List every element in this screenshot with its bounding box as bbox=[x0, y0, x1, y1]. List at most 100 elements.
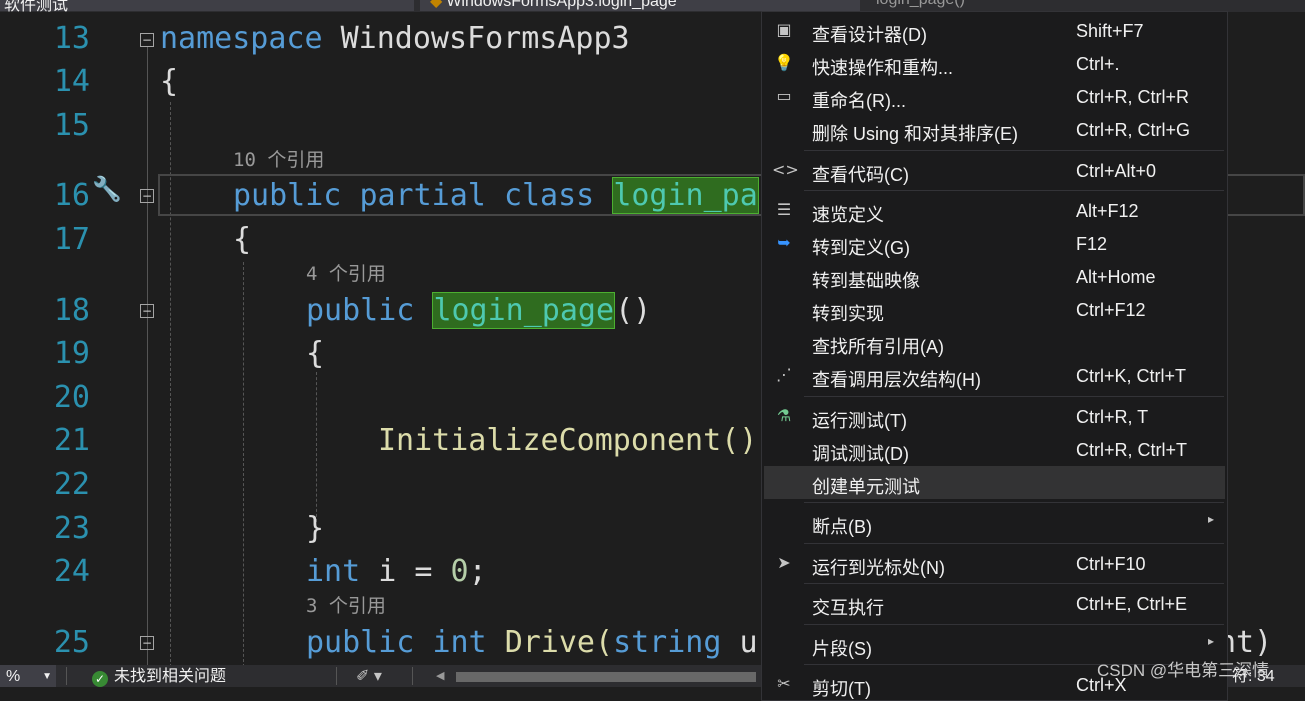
line-number: 13 bbox=[53, 21, 90, 56]
menu-separator bbox=[804, 190, 1224, 191]
zoom-dropdown[interactable]: % ▼ bbox=[0, 665, 56, 687]
menu-item-breakpoint[interactable]: 断点(B) ▸ bbox=[764, 506, 1225, 539]
class-icon: ◆ bbox=[430, 0, 443, 10]
scrollbar-thumb[interactable] bbox=[456, 672, 756, 682]
code-line-16: public partial class login_pa bbox=[233, 177, 759, 214]
menu-separator bbox=[804, 502, 1224, 503]
menu-item-go-to-base[interactable]: 转到基础映像 Alt+Home bbox=[764, 260, 1225, 293]
menu-item-shortcut: Ctrl+R, Ctrl+T bbox=[1076, 440, 1188, 460]
menu-item-go-to-definition[interactable]: ➥ 转到定义(G) F12 bbox=[764, 227, 1225, 260]
indent-guide bbox=[243, 262, 244, 665]
collapse-toggle[interactable]: − bbox=[140, 636, 154, 650]
collapse-toggle[interactable]: − bbox=[140, 189, 154, 203]
menu-item-view-code[interactable]: <> 查看代码(C) Ctrl+Alt+0 bbox=[764, 154, 1225, 187]
line-number: 14 bbox=[53, 64, 90, 99]
keyword-token: namespace bbox=[160, 21, 323, 56]
menu-item-call-hierarchy[interactable]: ⋰ 查看调用层次结构(H) Ctrl+K, Ctrl+T bbox=[764, 359, 1225, 392]
menu-item-rename[interactable]: ▭ 重命名(R)... Ctrl+R, Ctrl+R bbox=[764, 80, 1225, 113]
menu-item-label: 速览定义 bbox=[812, 205, 884, 225]
code-line-23: } bbox=[306, 511, 325, 546]
menu-separator bbox=[804, 583, 1224, 584]
tab-label: login_page() bbox=[876, 0, 965, 8]
scroll-left-icon[interactable]: ◀ bbox=[436, 669, 444, 682]
menu-item-quick-actions[interactable]: 💡 快速操作和重构... Ctrl+. bbox=[764, 47, 1225, 80]
menu-item-label: 运行测试(T) bbox=[812, 411, 907, 431]
menu-item-label: 删除 Using 和对其排序(E) bbox=[812, 124, 1019, 144]
menu-item-shortcut: Ctrl+R, Ctrl+G bbox=[1076, 120, 1191, 140]
code-line-25: public int Drive(string u bbox=[306, 626, 758, 660]
issues-label: 未找到相关问题 bbox=[114, 668, 227, 685]
indent-guide bbox=[316, 372, 317, 522]
menu-item-label: 快速操作和重构... bbox=[812, 58, 954, 78]
codelens-references[interactable]: 10 个引用 bbox=[233, 149, 324, 171]
check-circle-icon: ✓ bbox=[92, 671, 108, 687]
line-number: 19 bbox=[53, 336, 90, 371]
menu-item-label: 转到基础映像 bbox=[812, 271, 920, 291]
tab-software-test[interactable]: 软件测试 bbox=[0, 0, 414, 12]
number-token: 0 bbox=[450, 554, 469, 589]
keyword-token: public bbox=[233, 178, 342, 213]
tab-member-dropdown[interactable]: login_page() bbox=[870, 0, 965, 11]
menu-item-shortcut: Ctrl+E, Ctrl+E bbox=[1076, 594, 1188, 614]
divider bbox=[336, 667, 337, 685]
menu-item-run-tests[interactable]: ⚗ 运行测试(T) Ctrl+R, T bbox=[764, 400, 1225, 433]
menu-item-remove-sort-usings[interactable]: 删除 Using 和对其排序(E) Ctrl+R, Ctrl+G bbox=[764, 113, 1225, 146]
keyword-token: public bbox=[306, 625, 415, 660]
go-to-definition-icon: ➥ bbox=[777, 233, 791, 252]
horizontal-scrollbar[interactable]: ◀ bbox=[436, 669, 756, 683]
menu-item-label: 查看调用层次结构(H) bbox=[812, 370, 981, 390]
divider bbox=[66, 667, 67, 685]
wrench-icon[interactable]: 🔧 bbox=[92, 172, 122, 206]
menu-item-peek-definition[interactable]: ☰ 速览定义 Alt+F12 bbox=[764, 194, 1225, 227]
collapse-toggle[interactable]: − bbox=[140, 33, 154, 47]
menu-item-shortcut: Ctrl+F10 bbox=[1076, 554, 1146, 574]
menu-item-create-unit-tests[interactable]: 创建单元测试 bbox=[764, 466, 1225, 499]
menu-separator bbox=[804, 396, 1224, 397]
context-menu: ▣ 查看设计器(D) Shift+F7 💡 快速操作和重构... Ctrl+. ▭ 重命名… bbox=[761, 11, 1228, 701]
menu-item-debug-tests[interactable]: 调试测试(D) Ctrl+R, Ctrl+T bbox=[764, 433, 1225, 466]
menu-item-label: 运行到光标处(N) bbox=[812, 558, 945, 578]
menu-item-label: 调试测试(D) bbox=[812, 444, 909, 464]
menu-item-label: 断点(B) bbox=[812, 517, 872, 537]
line-number: 16 bbox=[53, 178, 90, 213]
keyword-token: partial bbox=[359, 178, 486, 213]
line-number: 24 bbox=[53, 554, 90, 589]
menu-item-shortcut: Ctrl+F12 bbox=[1076, 300, 1146, 320]
line-number: 18 bbox=[53, 293, 90, 328]
menu-item-view-designer[interactable]: ▣ 查看设计器(D) Shift+F7 bbox=[764, 14, 1225, 47]
code-line-14: { bbox=[160, 64, 179, 99]
menu-item-shortcut: Ctrl+. bbox=[1076, 54, 1120, 74]
cursor-icon: ➤ bbox=[777, 553, 791, 572]
method-token: Drive( bbox=[504, 625, 614, 660]
codelens-references[interactable]: 3 个引用 bbox=[306, 595, 386, 617]
line-number: 15 bbox=[53, 108, 90, 143]
menu-item-find-all-references[interactable]: 查找所有引用(A) bbox=[764, 326, 1225, 359]
line-number: 25 bbox=[53, 625, 90, 660]
menu-item-label: 转到实现 bbox=[812, 304, 884, 324]
issues-indicator[interactable]: ✓ 未找到相关问题 bbox=[92, 665, 226, 689]
namespace-token: WindowsFormsApp3 bbox=[340, 21, 630, 56]
code-line-18: public login_page() bbox=[306, 292, 651, 329]
menu-item-run-to-cursor[interactable]: ➤ 运行到光标处(N) Ctrl+F10 bbox=[764, 547, 1225, 580]
menu-item-execute-interactive[interactable]: 交互执行 Ctrl+E, Ctrl+E bbox=[764, 587, 1225, 620]
call-hierarchy-icon: ⋰ bbox=[776, 365, 792, 384]
menu-item-label: 片段(S) bbox=[812, 639, 872, 659]
menu-separator bbox=[804, 624, 1224, 625]
designer-icon: ▣ bbox=[776, 20, 792, 39]
lightbulb-icon: 💡 bbox=[774, 53, 794, 72]
tab-login-page[interactable]: ◆ WindowsFormsApp3.login_page bbox=[420, 0, 860, 11]
codelens-references[interactable]: 4 个引用 bbox=[306, 263, 386, 285]
menu-item-label: 转到定义(G) bbox=[812, 238, 910, 258]
keyword-token: class bbox=[503, 178, 595, 213]
variable-token: i = bbox=[378, 554, 451, 589]
line-number: 20 bbox=[53, 380, 90, 415]
code-cleanup-icon[interactable]: ✐ ▾ bbox=[356, 665, 382, 689]
line-number: 23 bbox=[53, 511, 90, 546]
submenu-arrow-icon: ▸ bbox=[1208, 634, 1215, 648]
rename-icon: ▭ bbox=[776, 86, 792, 105]
menu-separator bbox=[804, 150, 1224, 151]
menu-item-shortcut: Ctrl+R, Ctrl+R bbox=[1076, 87, 1190, 107]
menu-item-go-to-implementation[interactable]: 转到实现 Ctrl+F12 bbox=[764, 293, 1225, 326]
collapse-toggle[interactable]: − bbox=[140, 304, 154, 318]
code-line-17: { bbox=[233, 222, 252, 257]
